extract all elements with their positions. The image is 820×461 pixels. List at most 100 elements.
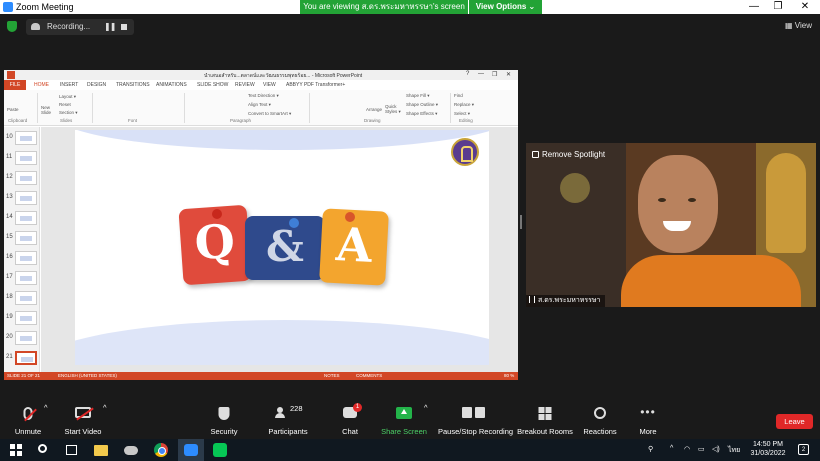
ribbon-group-paragraph: Paragraph bbox=[230, 118, 252, 123]
university-seal-icon bbox=[451, 138, 479, 166]
new-slide-command: New Slide bbox=[41, 105, 52, 115]
window-title: Zoom Meeting bbox=[16, 2, 74, 12]
recording-indicator: Recording... ❚❚ bbox=[26, 19, 134, 35]
slide-number: 17 bbox=[6, 274, 13, 280]
reset-command: Reset bbox=[59, 102, 71, 107]
zoom-logo-icon bbox=[3, 2, 13, 12]
windows-start-icon[interactable] bbox=[10, 444, 22, 456]
more-button[interactable]: ••• More bbox=[630, 403, 666, 439]
participants-icon bbox=[274, 407, 291, 418]
chat-button[interactable]: 1 Chat bbox=[330, 403, 370, 439]
cloud-app-icon[interactable] bbox=[124, 446, 138, 455]
pause-stop-recording-button[interactable]: Pause/Stop Recording bbox=[438, 403, 513, 439]
shield-icon[interactable] bbox=[7, 21, 17, 32]
microphone-muted-icon bbox=[23, 407, 37, 422]
view-options-button[interactable]: View Options ⌄ bbox=[469, 0, 542, 14]
zoom-level: 80 % bbox=[504, 373, 515, 378]
video-monk-robe bbox=[621, 255, 801, 307]
ribbon-tab-design: DESIGN bbox=[87, 82, 107, 88]
wifi-icon[interactable]: ◠ bbox=[684, 445, 690, 453]
ribbon-tab-transitions: TRANSITIONS bbox=[116, 82, 150, 88]
split-drag-handle[interactable] bbox=[520, 215, 522, 229]
remove-spotlight-label: Remove Spotlight bbox=[542, 150, 606, 159]
share-screen-icon bbox=[396, 407, 412, 419]
breakout-rooms-button[interactable]: Breakout Rooms bbox=[517, 403, 573, 439]
ppt-restore-icon: ❐ bbox=[492, 72, 498, 78]
ribbon-tab-abbyy: ABBYY PDF Transformer+ bbox=[286, 82, 346, 88]
pin-icon bbox=[345, 212, 355, 222]
view-button[interactable]: ▦ View bbox=[785, 21, 812, 30]
ppt-close-icon: ✕ bbox=[506, 72, 512, 78]
thumbnail-image bbox=[15, 171, 37, 185]
participant-video[interactable]: Remove Spotlight ส.ดร.พระมหาหรรษา bbox=[526, 143, 816, 307]
thumbnail-image bbox=[15, 231, 37, 245]
notes-button: NOTES bbox=[324, 373, 340, 378]
input-language[interactable]: ไทย bbox=[728, 445, 740, 456]
ribbon-separator bbox=[184, 93, 185, 123]
layout-command: Layout ▾ bbox=[59, 94, 77, 99]
participant-name: ส.ดร.พระมหาหรรษา bbox=[538, 297, 601, 304]
participant-name-tag: ส.ดร.พระมหาหรรษา bbox=[526, 295, 606, 307]
video-eye bbox=[658, 198, 666, 202]
powerpoint-logo-icon bbox=[7, 71, 15, 79]
system-clock[interactable]: 14:50 PM 31/03/2022 bbox=[746, 440, 790, 458]
ribbon-tab-slideshow: SLIDE SHOW bbox=[197, 82, 229, 88]
share-screen-button[interactable]: Share Screen bbox=[380, 403, 428, 439]
leave-button[interactable]: Leave bbox=[776, 414, 813, 429]
ribbon-tab-file: FILE bbox=[4, 80, 26, 90]
ribbon-tabs: FILE HOME INSERT DESIGN TRANSITIONS ANIM… bbox=[4, 80, 518, 90]
slide-number: 19 bbox=[6, 314, 13, 320]
slide-thumbnail: 16 bbox=[4, 249, 40, 268]
video-options-caret-icon[interactable]: ^ bbox=[103, 403, 107, 439]
shared-screen-powerpoint: นำเสนอสำหรับ...ตลาดน์เเละวัฒนธรรมพุทธร้อ… bbox=[4, 70, 518, 380]
pause-recording-icon[interactable]: ❚❚ bbox=[104, 22, 116, 31]
windows-taskbar: ⚲ ^ ◠ ▭ ◁) ไทย 14:50 PM 31/03/2022 2 bbox=[0, 439, 820, 461]
start-video-button[interactable]: Start Video bbox=[60, 403, 106, 439]
unmute-button[interactable]: Unmute bbox=[8, 403, 48, 439]
thumbnail-image bbox=[15, 331, 37, 345]
slide-thumbnail: 18 bbox=[4, 289, 40, 308]
pin-icon bbox=[289, 218, 299, 228]
thumbnail-image bbox=[15, 291, 37, 305]
chrome-icon[interactable] bbox=[154, 443, 168, 457]
ribbon-tab-insert: INSERT bbox=[60, 82, 79, 88]
slide-thumbnail: 19 bbox=[4, 309, 40, 328]
clock-time: 14:50 PM bbox=[753, 441, 783, 448]
task-view-icon[interactable] bbox=[66, 445, 77, 455]
participants-label: Participants bbox=[268, 427, 308, 436]
maximize-button[interactable]: ❐ bbox=[768, 1, 788, 12]
slide-count: SLIDE 21 OF 21 bbox=[7, 373, 41, 378]
slide-thumbnail: 17 bbox=[4, 269, 40, 288]
security-button[interactable]: Security bbox=[204, 403, 244, 439]
slide-number: 13 bbox=[6, 194, 13, 200]
slide-canvas: Q & A bbox=[41, 127, 518, 372]
tray-chevron-icon[interactable]: ^ bbox=[670, 445, 673, 452]
stop-recording-icon[interactable] bbox=[121, 24, 127, 30]
battery-icon[interactable]: ▭ bbox=[698, 445, 705, 453]
line-app-icon[interactable] bbox=[213, 443, 227, 457]
quick-styles-command: Quick Styles ▾ bbox=[385, 104, 401, 114]
zoom-taskbar-icon[interactable] bbox=[178, 439, 204, 461]
signal-bars-icon bbox=[529, 296, 535, 303]
audio-options-caret-icon[interactable]: ^ bbox=[44, 403, 48, 439]
reactions-button[interactable]: Reactions bbox=[580, 403, 620, 439]
notification-center-icon[interactable]: 2 bbox=[798, 444, 809, 455]
minimize-button[interactable]: — bbox=[744, 1, 764, 12]
search-icon[interactable] bbox=[38, 444, 47, 453]
volume-icon[interactable]: ◁) bbox=[712, 445, 720, 453]
video-buddha-statue bbox=[766, 153, 806, 253]
text-direction-command: Text Direction ▾ bbox=[248, 93, 279, 98]
slide-number: 10 bbox=[6, 134, 13, 140]
participants-button[interactable]: 228 Participants bbox=[262, 403, 314, 439]
ribbon-separator bbox=[309, 93, 310, 123]
thumbnail-image bbox=[15, 211, 37, 225]
select-command: Select ▾ bbox=[454, 111, 471, 116]
file-explorer-icon[interactable] bbox=[94, 445, 108, 456]
close-button[interactable]: ✕ bbox=[795, 1, 815, 12]
people-tray-icon[interactable]: ⚲ bbox=[648, 445, 653, 453]
slide-thumbnail: 14 bbox=[4, 209, 40, 228]
remove-spotlight-button[interactable]: Remove Spotlight bbox=[532, 150, 605, 159]
replace-command: Replace ▾ bbox=[454, 102, 475, 107]
share-options-caret-icon[interactable]: ^ bbox=[424, 403, 428, 439]
ribbon-group-drawing: Drawing bbox=[364, 118, 381, 123]
